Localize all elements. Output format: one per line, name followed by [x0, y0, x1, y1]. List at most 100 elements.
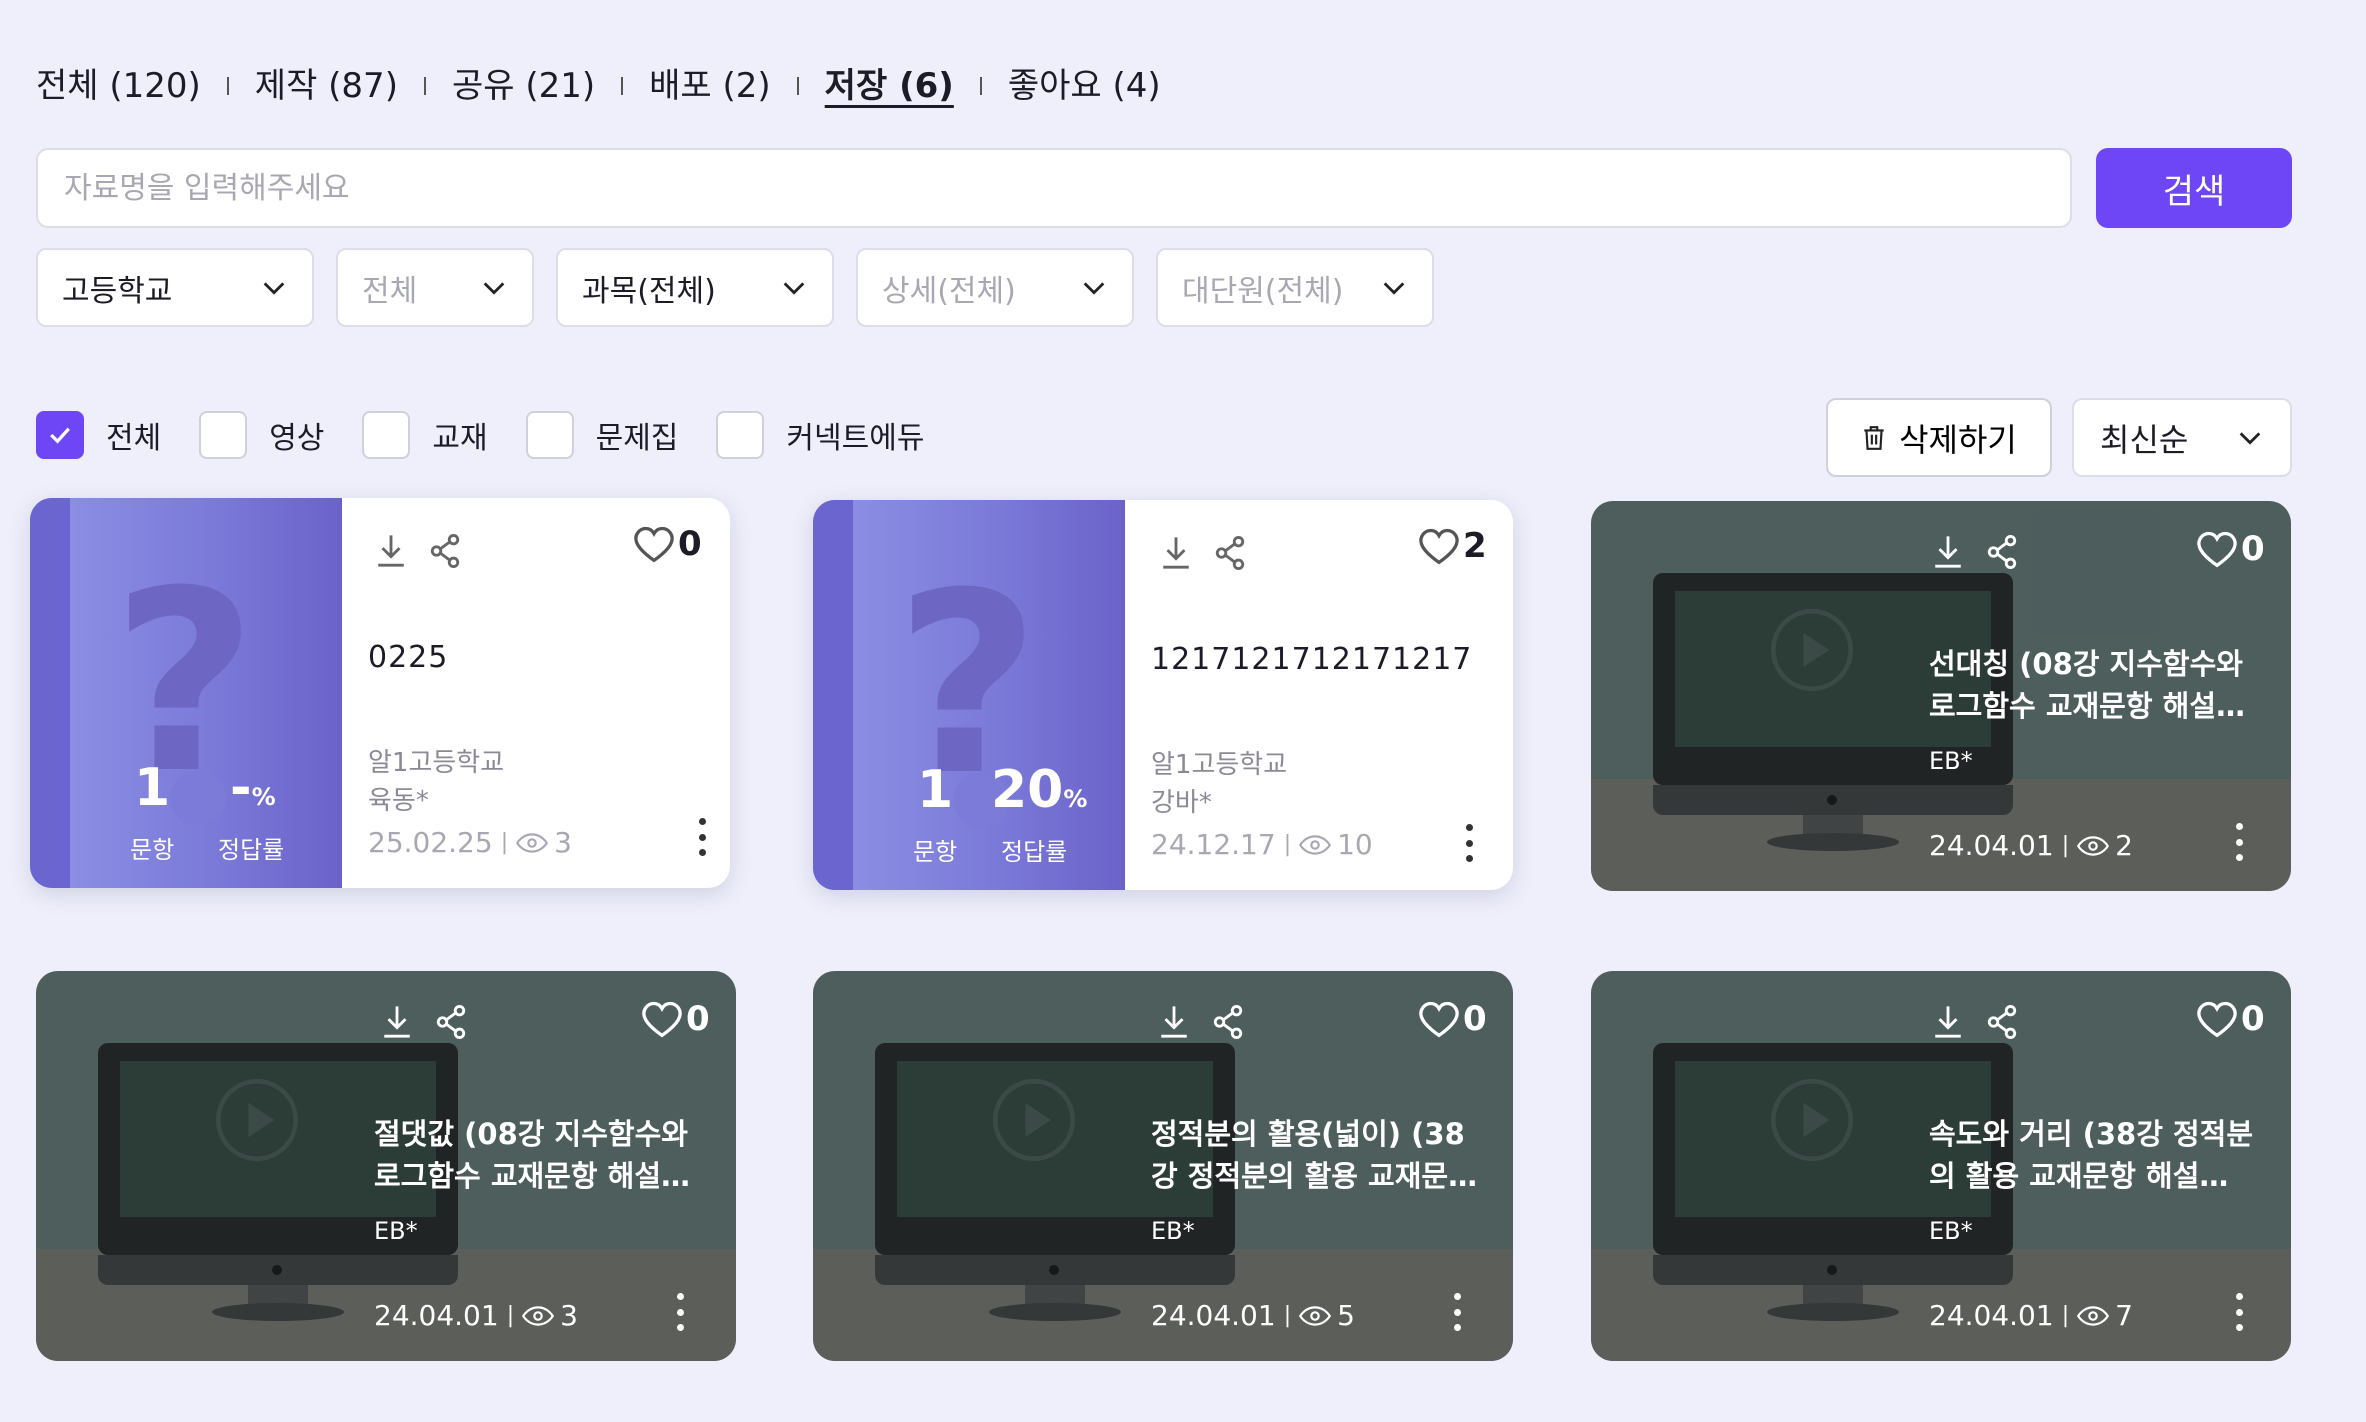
card-date: 24.04.01 — [1929, 829, 2054, 862]
checkbox-box[interactable] — [525, 411, 574, 459]
chevron-down-icon — [2239, 431, 2261, 445]
type-checkbox-textbook[interactable]: 교재 — [362, 411, 488, 459]
type-checkbox-video[interactable]: 영상 — [199, 411, 324, 459]
search-input[interactable] — [36, 148, 2072, 228]
card-meta: 25.02.25 | 3 — [368, 826, 572, 859]
cover-spine — [813, 500, 853, 890]
quiz-cover: ? 1 20% 문항 정답률 — [813, 500, 1125, 890]
detail-select[interactable]: 상세(전체) — [856, 248, 1134, 327]
tab-saved[interactable]: 저장 (6) — [825, 56, 954, 116]
tab-distributed[interactable]: 배포 (2) — [649, 56, 771, 116]
card-date: 24.04.01 — [374, 1299, 499, 1332]
type-filter-row: 전체 영상 교재 문제집 커넥트에듀 — [36, 410, 962, 460]
material-card[interactable]: 0 절댓값 (08강 지수함수와 로그함수 교재문항 해설(1)) EB* 24… — [36, 971, 736, 1361]
download-icon[interactable] — [1931, 533, 1965, 571]
chevron-down-icon — [263, 281, 285, 295]
more-options-icon[interactable] — [1457, 818, 1481, 868]
like-button[interactable]: 0 — [640, 999, 710, 1039]
download-icon[interactable] — [380, 1003, 414, 1041]
material-card[interactable]: 0 정적분의 활용(넓이) (38강 정적분의 활용 교재문항 해설(1)) E… — [813, 971, 1513, 1361]
share-icon[interactable] — [1985, 1003, 2019, 1041]
type-checkbox-workbook[interactable]: 문제집 — [525, 411, 679, 459]
download-icon[interactable] — [1157, 1003, 1191, 1041]
view-count: 2 — [2115, 829, 2133, 862]
card-title-text: 선대칭 (08강 지수함수와 로그함수 교재문항 해설(1)) — [1929, 647, 2243, 723]
type-checkbox-all[interactable]: 전체 — [36, 411, 161, 459]
correct-rate-label: 정답률 — [218, 836, 285, 864]
meta-divider: | — [2061, 833, 2070, 858]
more-options-icon[interactable] — [2227, 817, 2251, 867]
type-checkbox-connectedu[interactable]: 커넥트에듀 — [716, 411, 924, 459]
view-count: 10 — [1337, 828, 1373, 861]
cover-dot — [170, 770, 226, 826]
like-button[interactable]: 0 — [632, 524, 702, 564]
chevron-down-icon — [1083, 281, 1105, 295]
tab-liked[interactable]: 좋아요 (4) — [1008, 56, 1161, 116]
like-button[interactable]: 0 — [1417, 999, 1487, 1039]
like-button[interactable]: 0 — [2195, 529, 2265, 569]
school-level-value: 고등학교 — [62, 273, 173, 309]
grade-select[interactable]: 전체 — [336, 248, 534, 327]
download-icon[interactable] — [374, 532, 408, 570]
eye-icon — [1299, 834, 1332, 855]
share-icon[interactable] — [1211, 1003, 1245, 1041]
like-button[interactable]: 0 — [2195, 999, 2265, 1039]
delete-button[interactable]: 삭제하기 — [1826, 398, 2052, 477]
eye-icon — [516, 832, 549, 853]
card-meta: 24.04.01 | 7 — [1929, 1299, 2133, 1332]
card-author: EB* — [374, 1217, 418, 1245]
tab-all[interactable]: 전체 (120) — [36, 56, 201, 116]
like-count: 0 — [2241, 529, 2265, 569]
more-options-icon[interactable] — [690, 812, 714, 862]
checkbox-box[interactable] — [199, 411, 248, 459]
card-meta: 24.04.01 | 5 — [1151, 1299, 1355, 1332]
correct-rate-value: 20 — [991, 760, 1064, 820]
material-card[interactable]: ? 1 -% 문항 정답률 0 0225 알1고등학교 육동* 25.02.25… — [30, 498, 730, 888]
tab-shared[interactable]: 공유 (21) — [452, 56, 595, 116]
share-icon[interactable] — [434, 1003, 468, 1041]
tab-created[interactable]: 제작 (87) — [255, 56, 398, 116]
more-options-icon[interactable] — [2227, 1287, 2251, 1337]
tab-divider — [796, 77, 799, 95]
card-meta: 24.04.01 | 2 — [1929, 829, 2133, 862]
card-school: 알1고등학교 — [1151, 750, 1288, 780]
subject-value: 과목(전체) — [582, 273, 716, 309]
material-card[interactable]: 0 속도와 거리 (38강 정적분의 활용 교재문항 해설(1)) EB* 24… — [1591, 971, 2291, 1361]
checkbox-box[interactable] — [362, 411, 411, 459]
share-icon[interactable] — [428, 532, 462, 570]
delete-label: 삭제하기 — [1899, 421, 2017, 458]
card-title: 속도와 거리 (38강 정적분의 활용 교재문항 해설(1)) — [1929, 1113, 2259, 1197]
sort-select[interactable]: 최신순 — [2072, 398, 2292, 477]
unit-select[interactable]: 대단원(전체) — [1156, 248, 1434, 327]
more-options-icon[interactable] — [668, 1287, 692, 1337]
subject-select[interactable]: 과목(전체) — [556, 248, 834, 327]
checkbox-box[interactable] — [716, 411, 765, 459]
card-title-text: 정적분의 활용(넓이) (38강 정적분의 활용 교재문항 해설(1)) — [1151, 1117, 1475, 1193]
question-count: 1 — [917, 760, 954, 820]
search-button[interactable]: 검색 — [2096, 148, 2292, 228]
checkbox-label: 전체 — [106, 421, 162, 456]
material-card[interactable]: ? 1 20% 문항 정답률 2 1217121712171217 알1고등학교… — [813, 500, 1513, 890]
material-card[interactable]: 0 선대칭 (08강 지수함수와 로그함수 교재문항 해설(1)) EB* 24… — [1591, 501, 2291, 891]
school-level-select[interactable]: 고등학교 — [36, 248, 314, 327]
download-icon[interactable] — [1159, 534, 1193, 572]
share-icon[interactable] — [1985, 533, 2019, 571]
view-count: 5 — [1337, 1299, 1355, 1332]
checkbox-label: 영상 — [269, 421, 325, 456]
card-author: EB* — [1929, 747, 1973, 775]
like-button[interactable]: 2 — [1417, 526, 1487, 566]
more-options-icon[interactable] — [1445, 1287, 1469, 1337]
share-icon[interactable] — [1213, 534, 1247, 572]
cover-spine — [30, 498, 70, 888]
checkbox-label: 문제집 — [595, 421, 679, 456]
checkbox-box[interactable] — [36, 411, 84, 459]
checkbox-label: 커넥트에듀 — [786, 421, 925, 456]
card-author: EB* — [1929, 1217, 1973, 1245]
eye-icon — [2077, 1305, 2110, 1326]
meta-divider: | — [1283, 1303, 1292, 1328]
eye-icon — [1299, 1305, 1332, 1326]
card-body: 2 1217121712171217 알1고등학교 강바* 24.12.17 |… — [1125, 500, 1513, 890]
download-icon[interactable] — [1931, 1003, 1965, 1041]
card-author: 육동* — [368, 786, 429, 816]
like-count: 0 — [1463, 999, 1487, 1039]
